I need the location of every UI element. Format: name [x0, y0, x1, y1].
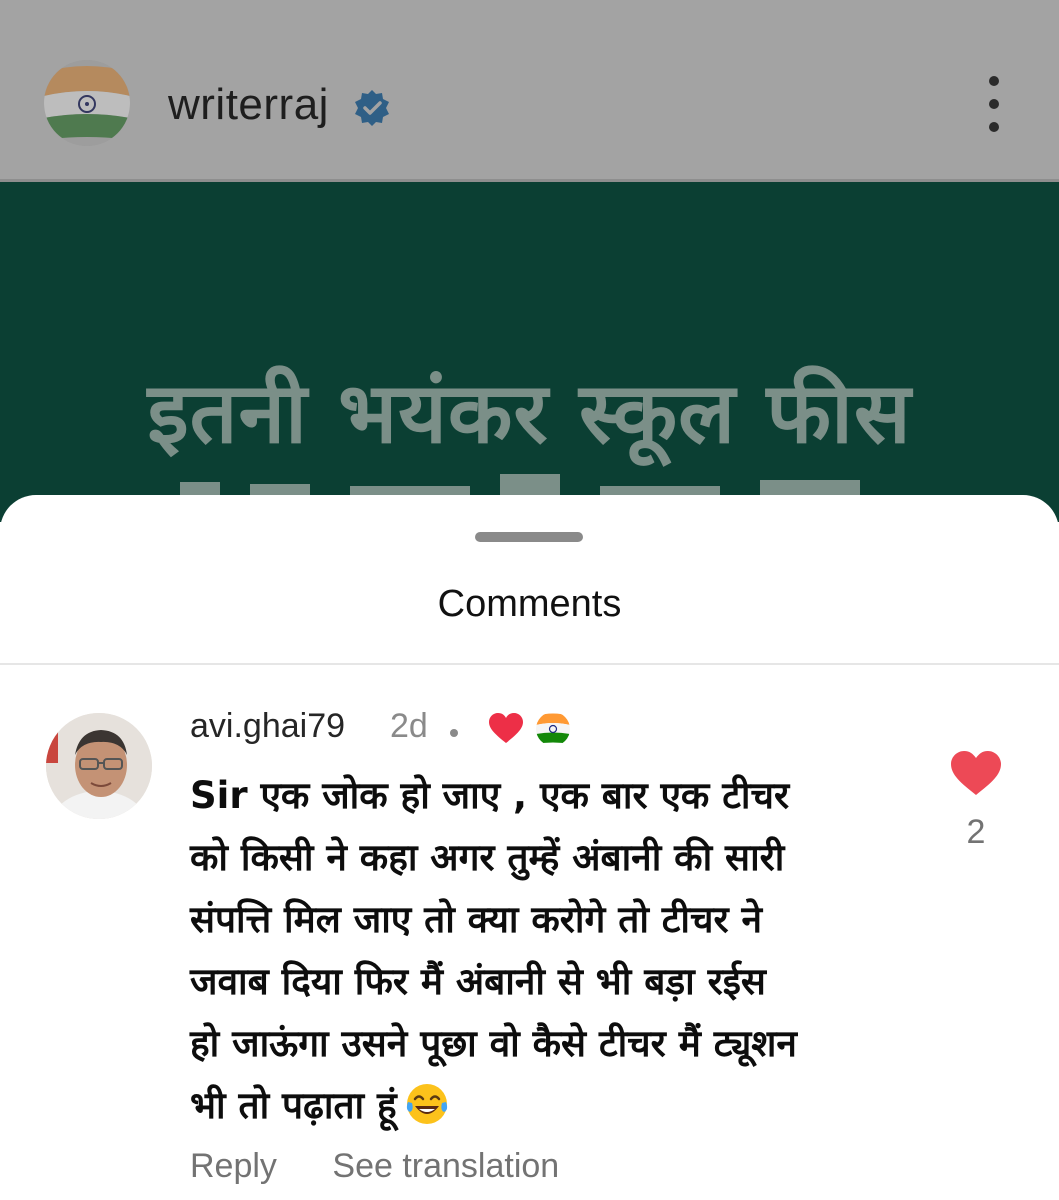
comment-text: Sir एक जोक हो जाए , एक बार एक टीचर को कि…	[190, 765, 910, 1137]
comment-line: संपत्ति मिल जाए तो क्या करोगे तो टीचर ने	[190, 898, 763, 941]
see-translation-button[interactable]: See translation	[332, 1147, 559, 1185]
like-heart-icon[interactable]	[950, 750, 1002, 796]
separator-dot	[450, 729, 458, 737]
post-header: writerraj	[0, 0, 1059, 182]
comment-line: जवाब दिया फिर मैं अंबानी से भी बड़ा रईस	[190, 960, 766, 1003]
like-count: 2	[966, 813, 986, 851]
laughing-tears-emoji-icon	[406, 1084, 447, 1124]
post-username[interactable]: writerraj	[168, 80, 329, 130]
comment-line: को किसी ने कहा अगर तुम्हें अंबानी की सार…	[190, 836, 785, 879]
comment-line: Sir एक जोक हो जाए , एक बार एक टीचर	[190, 774, 790, 817]
heart-icon	[489, 713, 523, 743]
more-vertical-icon[interactable]	[980, 76, 1008, 132]
divider	[0, 663, 1059, 665]
comment-username[interactable]: avi.ghai79	[190, 707, 345, 746]
commenter-avatar[interactable]	[46, 713, 152, 819]
verified-badge-icon	[355, 90, 389, 126]
drag-handle[interactable]	[475, 532, 583, 542]
comment-line: भी तो पढ़ाता हूं	[190, 1084, 397, 1127]
india-flag-icon	[536, 712, 570, 746]
profile-avatar[interactable]	[44, 60, 130, 146]
reply-button[interactable]: Reply	[190, 1147, 277, 1185]
comment-time: 2d	[390, 707, 428, 745]
post-image: इतनी भयंकर स्कूल फीस	[0, 182, 1059, 522]
sheet-title: Comments	[437, 583, 622, 625]
india-flag-icon	[44, 60, 130, 146]
comment-line: हो जाऊंगा उसने पूछा वो कैसे टीचर मैं ट्य…	[190, 1022, 797, 1065]
comment-actions: Reply See translation	[190, 1147, 605, 1186]
comments-sheet: Comments avi.ghai79 2d Sir एक जोक हो जाए…	[0, 495, 1059, 1200]
post-headline: इतनी भयंकर स्कूल फीस	[147, 364, 912, 462]
